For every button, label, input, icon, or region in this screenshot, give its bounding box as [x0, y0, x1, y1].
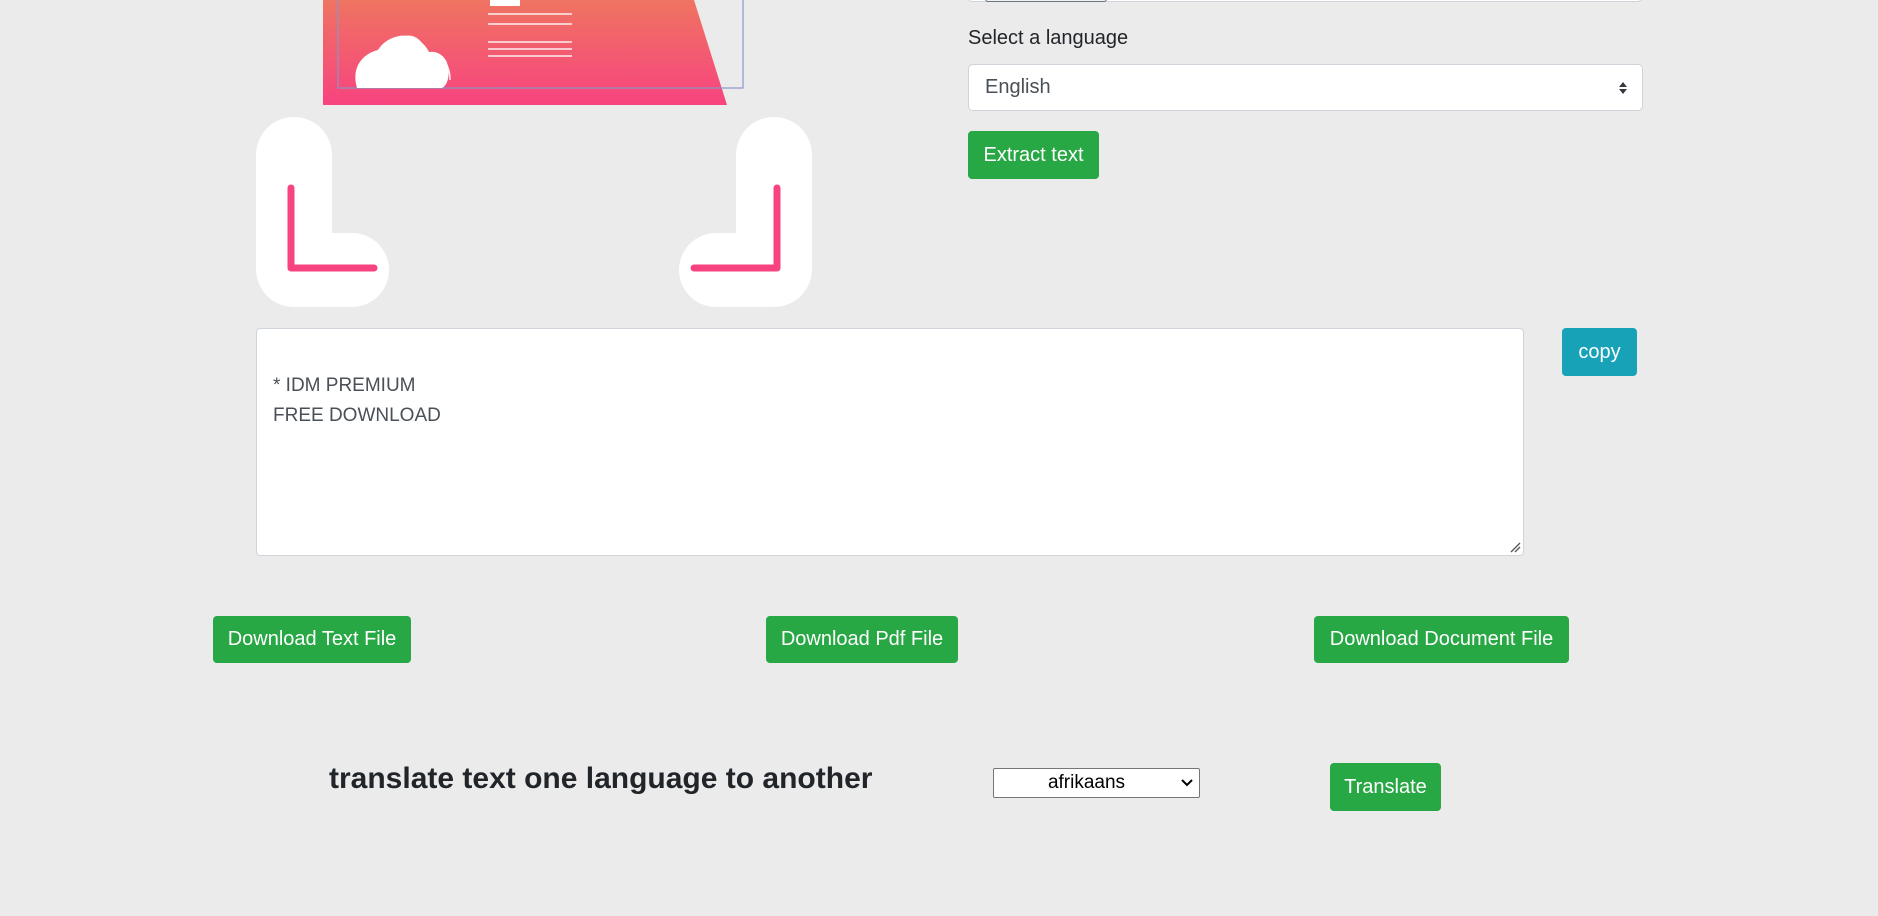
choose-file-button[interactable] [985, 0, 1107, 2]
extracted-text: * IDM PREMIUM FREE DOWNLOAD [273, 375, 441, 426]
download-pdf-file-button[interactable]: Download Pdf File [766, 616, 958, 663]
up-down-caret-icon [1619, 82, 1627, 94]
resize-grip-icon[interactable] [1509, 541, 1521, 553]
language-select-value: English [985, 76, 1051, 98]
page: Select a language English Extract text *… [0, 0, 1878, 916]
document-card-graphic [323, 0, 744, 105]
file-input[interactable] [968, 0, 1642, 2]
extracted-text-area[interactable]: * IDM PREMIUM FREE DOWNLOAD [256, 328, 1524, 556]
download-document-file-button[interactable]: Download Document File [1314, 616, 1569, 663]
scan-illustration [256, 0, 812, 307]
translate-heading: translate text one language to another [329, 762, 873, 795]
scan-corner-bottom-right-icon [679, 117, 812, 307]
chevron-down-icon [1181, 779, 1193, 787]
download-text-file-button[interactable]: Download Text File [213, 616, 411, 663]
scan-corner-bottom-left-icon [256, 117, 389, 307]
translate-language-select[interactable]: afrikaans [993, 768, 1200, 798]
translate-language-value: afrikaans [1047, 772, 1126, 793]
language-label: Select a language [968, 27, 1129, 49]
language-select[interactable]: English [968, 64, 1643, 111]
copy-button[interactable]: copy [1562, 328, 1637, 376]
translate-button[interactable]: Translate [1330, 763, 1441, 811]
extract-text-button[interactable]: Extract text [968, 131, 1099, 179]
